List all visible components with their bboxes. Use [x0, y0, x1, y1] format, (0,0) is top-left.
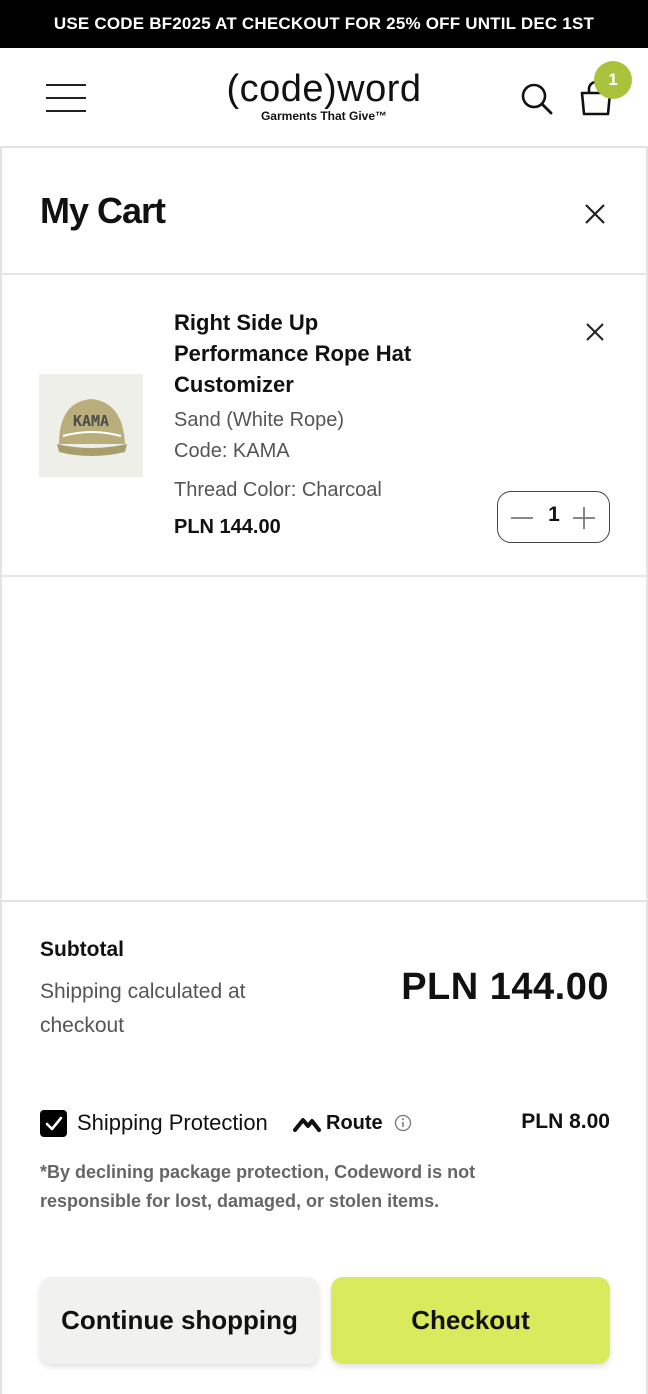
product-price: PLN 144.00 — [174, 516, 281, 538]
product-image[interactable]: KAMA — [39, 374, 143, 477]
cart-line-item: KAMA Right Side Up Performance Rope Hat … — [0, 275, 648, 577]
shipping-protection-row: Shipping Protection Route PLN 8.00 — [40, 1108, 610, 1140]
close-icon[interactable] — [582, 201, 608, 227]
shipping-protection-price: PLN 8.00 — [521, 1110, 610, 1133]
remove-item-icon[interactable] — [583, 320, 607, 344]
checkout-button[interactable]: Checkout — [331, 1277, 610, 1364]
promo-banner: USE CODE BF2025 AT CHECKOUT FOR 25% OFF … — [0, 0, 648, 48]
search-icon[interactable] — [518, 80, 554, 116]
cart-count-badge: 1 — [594, 61, 632, 99]
route-brand-label: Route — [326, 1112, 383, 1134]
product-thread-color: Thread Color: Charcoal — [174, 479, 382, 501]
subtotal-label: Subtotal — [40, 938, 124, 961]
shipping-protection-label: Shipping Protection — [77, 1110, 268, 1135]
plus-icon[interactable] — [572, 506, 596, 530]
checkmark-icon — [45, 1116, 63, 1131]
footer-divider — [0, 900, 648, 902]
subtotal-value: PLN 144.00 — [401, 966, 609, 1008]
shipping-note: Shipping calculated at checkout — [40, 980, 246, 1037]
product-name[interactable]: Right Side Up Performance Rope Hat Custo… — [174, 307, 434, 400]
minus-icon[interactable] — [510, 506, 534, 530]
continue-shopping-button[interactable]: Continue shopping — [40, 1277, 319, 1364]
cart-header: My Cart — [0, 148, 648, 275]
shipping-protection-checkbox[interactable] — [40, 1110, 67, 1137]
site-header: (code)word Garments That Give™ — [0, 48, 648, 148]
info-icon[interactable] — [394, 1114, 412, 1132]
quantity-stepper: 1 — [497, 491, 610, 543]
route-logo-icon — [293, 1114, 321, 1134]
cart-title: My Cart — [40, 190, 166, 231]
product-variant: Sand (White Rope) — [174, 409, 345, 431]
quantity-value[interactable]: 1 — [538, 503, 570, 527]
protection-disclaimer: *By declining package protection, Codewo… — [40, 1162, 476, 1211]
hat-embroidery-text: KAMA — [73, 412, 109, 430]
product-code: Code: KAMA — [174, 440, 290, 462]
